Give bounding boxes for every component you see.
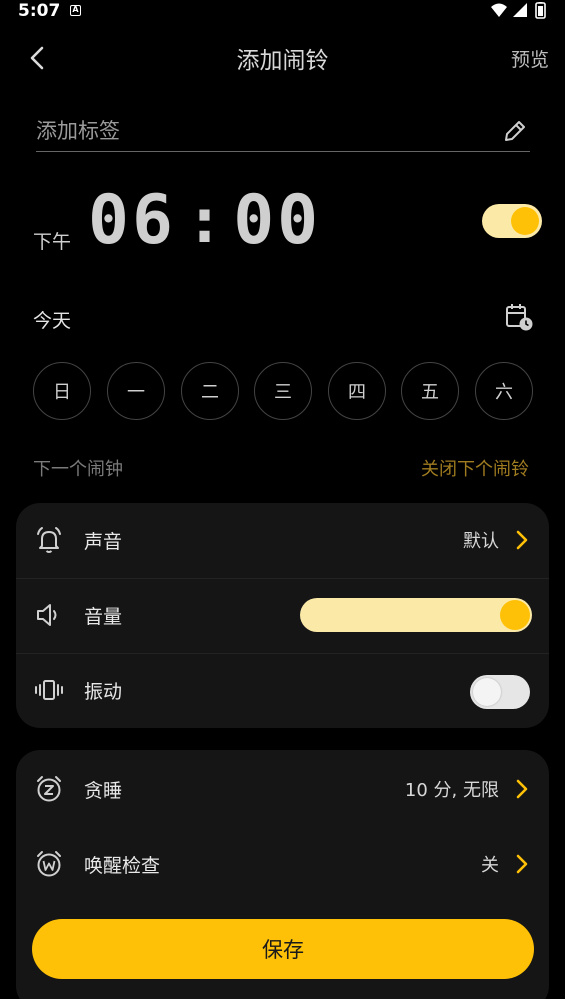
page-title: 添加闹铃: [236, 48, 329, 74]
label-input[interactable]: [36, 116, 476, 146]
status-bar: 5:07 A: [0, 0, 565, 24]
ampm-label[interactable]: 下午: [33, 227, 71, 254]
wake-check-icon: [37, 851, 61, 877]
label-field: [36, 112, 530, 152]
edit-pencil-icon[interactable]: [502, 118, 528, 144]
notification-icon: A: [70, 5, 81, 16]
vibration-toggle[interactable]: [470, 675, 530, 709]
speaker-icon: [37, 604, 57, 626]
sound-value: 默认: [463, 531, 499, 552]
sound-settings-card: 声音 默认 音量 振动: [16, 503, 549, 728]
preview-button[interactable]: 预览: [511, 45, 549, 72]
signal-icon: [513, 3, 527, 17]
sound-label: 声音: [84, 531, 123, 553]
slider-knob[interactable]: [500, 600, 530, 630]
minute-value[interactable]: 00: [233, 181, 321, 260]
snooze-value: 10 分, 无限: [404, 780, 499, 801]
battery-icon: [535, 2, 546, 19]
weekday-thu[interactable]: 四: [328, 362, 386, 420]
wake-check-value: 关: [481, 855, 499, 876]
volume-label: 音量: [84, 606, 123, 628]
save-button[interactable]: 保存: [32, 919, 534, 979]
status-time: 5:07: [18, 1, 61, 21]
toggle-knob: [473, 678, 501, 706]
time-display[interactable]: 06 : 00: [88, 180, 321, 260]
weekday-wed[interactable]: 三: [254, 362, 312, 420]
top-bar: 添加闹铃 预览: [0, 30, 565, 84]
next-alarm-label: 下一个闹钟: [33, 459, 123, 480]
weekday-selector: 日 一 二 三 四 五 六: [33, 362, 533, 420]
alarm-enable-toggle[interactable]: [482, 204, 542, 238]
time-separator: :: [185, 183, 224, 257]
weekday-sat[interactable]: 六: [475, 362, 533, 420]
snooze-row[interactable]: 贪睡 10 分, 无限: [16, 752, 549, 827]
hour-value[interactable]: 06: [88, 181, 176, 260]
snooze-icon: [37, 776, 61, 802]
weekday-tue[interactable]: 二: [181, 362, 239, 420]
weekday-fri[interactable]: 五: [401, 362, 459, 420]
alarm-bell-icon: [37, 527, 61, 553]
sound-row[interactable]: 声音 默认: [16, 503, 549, 578]
toggle-knob: [511, 207, 539, 235]
wifi-icon: [491, 3, 507, 17]
date-label: 今天: [33, 310, 72, 332]
wake-check-row[interactable]: 唤醒检查 关: [16, 827, 549, 902]
volume-row: 音量: [16, 578, 549, 653]
chevron-right-icon: [516, 779, 528, 799]
calendar-clock-icon[interactable]: [504, 302, 534, 332]
chevron-right-icon: [516, 530, 528, 550]
weekday-mon[interactable]: 一: [107, 362, 165, 420]
close-next-alarm-button[interactable]: 关闭下个闹铃: [421, 455, 529, 481]
vibration-label: 振动: [84, 681, 123, 703]
vibration-row: 振动: [16, 653, 549, 728]
chevron-right-icon: [516, 854, 528, 874]
snooze-label: 贪睡: [84, 780, 123, 802]
wake-check-label: 唤醒检查: [84, 855, 161, 877]
status-icons: [491, 2, 546, 19]
volume-slider[interactable]: [300, 598, 532, 632]
vibrate-icon: [35, 680, 63, 700]
weekday-sun[interactable]: 日: [33, 362, 91, 420]
